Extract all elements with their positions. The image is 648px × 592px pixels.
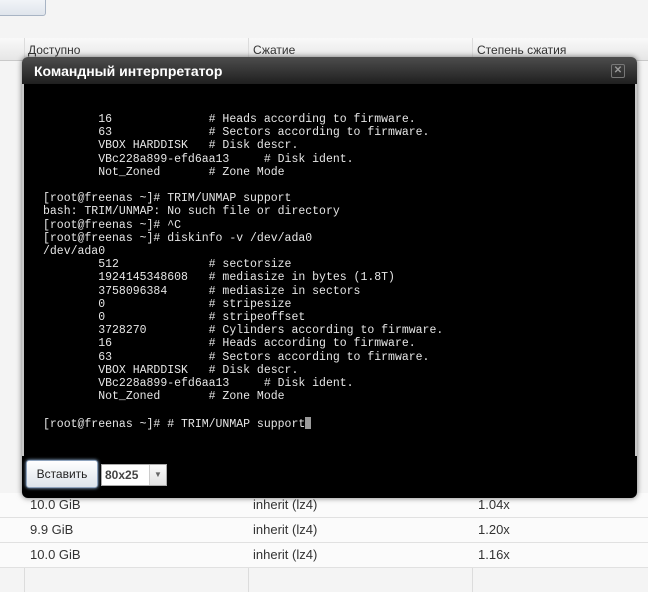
- column-ratio[interactable]: Степень сжатия: [477, 43, 566, 57]
- shell-dialog: Командный интерпретатор ✕ 16 # Heads acc…: [22, 57, 637, 498]
- cell-available: 10.0 GiB: [30, 497, 81, 512]
- column-compression[interactable]: Сжатие: [253, 43, 295, 57]
- table-row[interactable]: 9.9 GiB inherit (lz4) 1.20x: [0, 518, 648, 543]
- terminal-output[interactable]: 16 # Heads according to firmware. 63 # S…: [24, 84, 635, 456]
- terminal-size-value: 80x25: [105, 468, 139, 482]
- terminal-history: 16 # Heads according to firmware. 63 # S…: [43, 113, 444, 404]
- top-button[interactable]: [0, 0, 46, 16]
- cell-compression: inherit (lz4): [253, 547, 318, 562]
- cell-ratio: 1.20x: [478, 522, 510, 537]
- cell-compression: inherit (lz4): [253, 497, 318, 512]
- column-available[interactable]: Доступно: [28, 43, 80, 57]
- terminal-current-line: [root@freenas ~]# # TRIM/UNMAP support: [43, 417, 306, 431]
- cell-compression: inherit (lz4): [253, 522, 318, 537]
- terminal-size-select[interactable]: 80x25 ▼: [101, 464, 167, 486]
- cell-available: 10.0 GiB: [30, 547, 81, 562]
- table-row[interactable]: 10.0 GiB inherit (lz4) 1.16x: [0, 543, 648, 568]
- cell-ratio: 1.04x: [478, 497, 510, 512]
- dialog-title: Командный интерпретатор: [34, 63, 223, 79]
- cell-available: 9.9 GiB: [30, 522, 74, 537]
- close-icon[interactable]: ✕: [611, 64, 625, 78]
- terminal-text: 16 # Heads according to firmware. 63 # S…: [43, 113, 443, 431]
- dialog-titlebar[interactable]: Командный интерпретатор ✕: [22, 57, 637, 84]
- dialog-toolbar: Вставить 80x25 ▼: [22, 456, 637, 498]
- terminal-cursor: [305, 416, 312, 429]
- cell-ratio: 1.16x: [478, 547, 510, 562]
- paste-button[interactable]: Вставить: [26, 460, 98, 488]
- chevron-down-icon[interactable]: ▼: [149, 465, 166, 485]
